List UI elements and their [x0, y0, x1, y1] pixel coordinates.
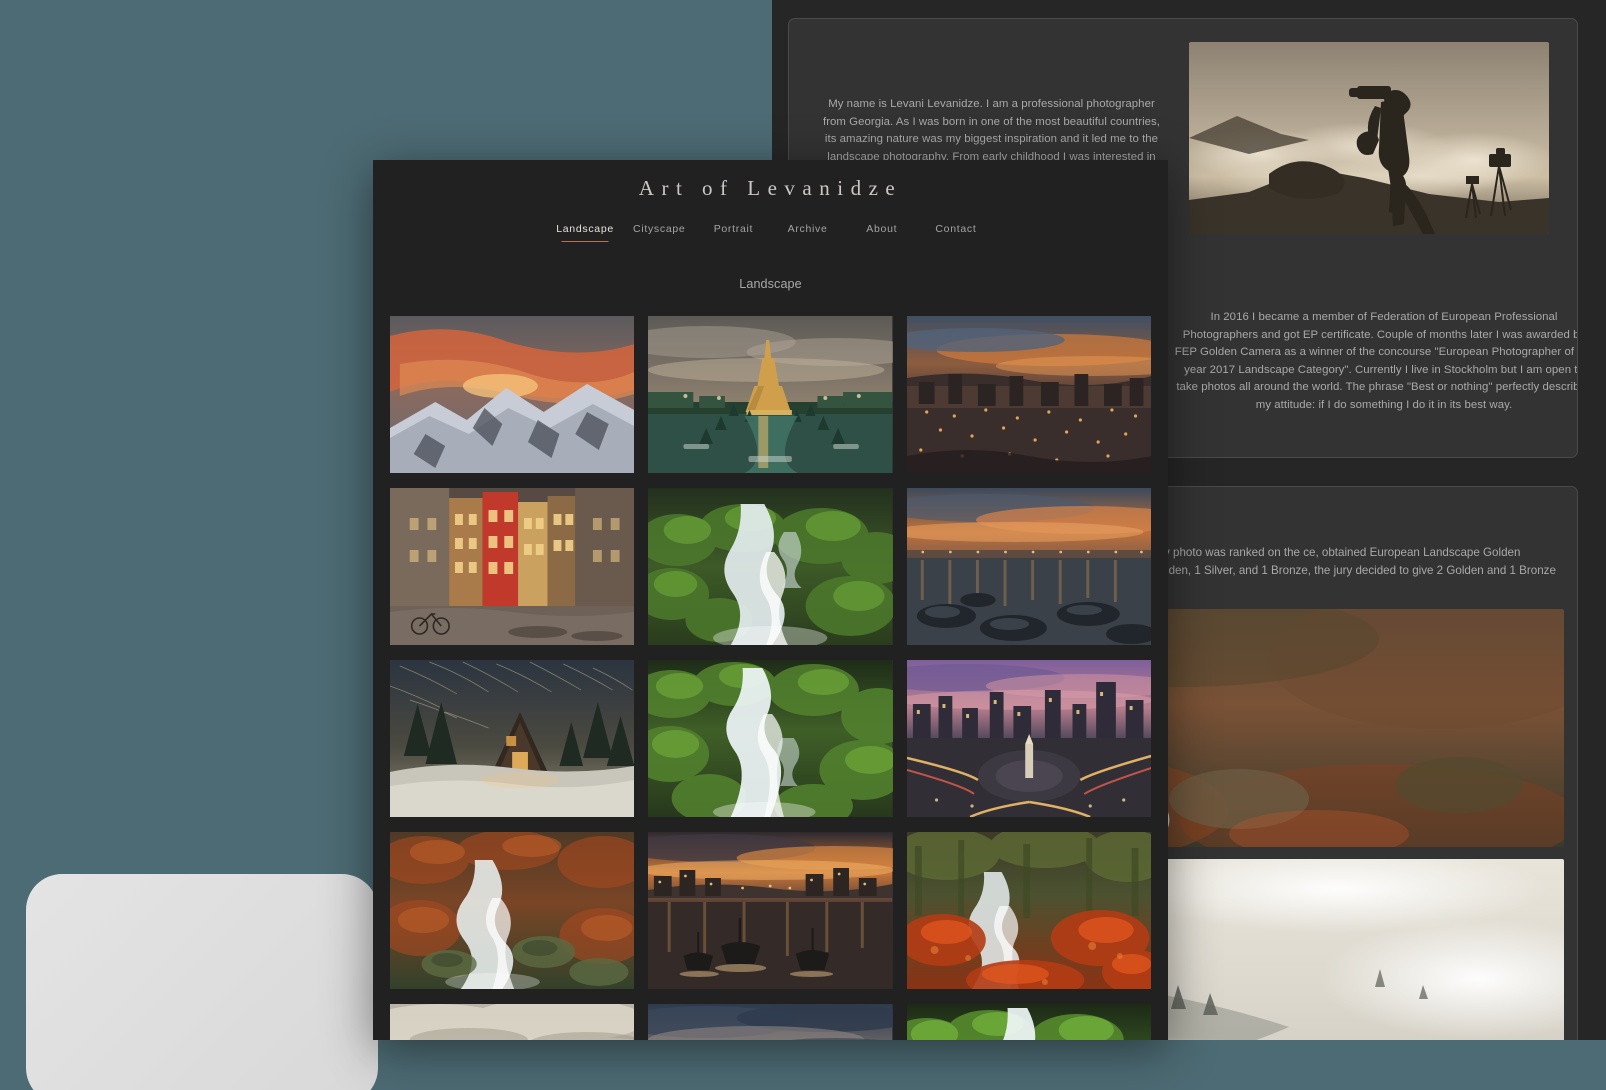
gallery-tile[interactable]: [648, 488, 893, 645]
nav-item-portrait[interactable]: Portrait: [696, 223, 770, 242]
gallery-tile[interactable]: [906, 832, 1151, 989]
main-navigation: Landscape Cityscape Portrait Archive Abo…: [373, 223, 1168, 242]
nav-item-landscape[interactable]: Landscape: [548, 223, 622, 242]
bio-paragraph-2: In 2016 I became a member of Federation …: [1174, 311, 1578, 411]
photographer-hero-image: [1189, 42, 1549, 234]
gallery-tile[interactable]: [648, 832, 893, 989]
gallery-tile[interactable]: [390, 488, 635, 645]
gallery-tile[interactable]: [390, 316, 635, 473]
nav-item-cityscape[interactable]: Cityscape: [622, 223, 696, 242]
gallery-tile[interactable]: [906, 488, 1151, 645]
gallery-tile[interactable]: [648, 660, 893, 817]
photo-gallery-grid: [390, 316, 1151, 1040]
gallery-tile[interactable]: [906, 316, 1151, 473]
background-light-window[interactable]: [26, 874, 378, 1090]
nav-item-contact[interactable]: Contact: [919, 223, 993, 242]
gallery-tile[interactable]: [648, 1004, 893, 1040]
gallery-tile[interactable]: [390, 660, 635, 817]
page-title: Landscape: [739, 277, 802, 291]
gallery-tile[interactable]: [648, 316, 893, 473]
gallery-tile[interactable]: [390, 1004, 635, 1040]
gallery-window[interactable]: Art of Levanidze Landscape Cityscape Por…: [373, 160, 1168, 1040]
gallery-tile[interactable]: [390, 832, 635, 989]
nav-item-about[interactable]: About: [845, 223, 919, 242]
gallery-tile[interactable]: [906, 660, 1151, 817]
gallery-tile[interactable]: [906, 1004, 1151, 1040]
nav-item-archive[interactable]: Archive: [771, 223, 845, 242]
site-title: Art of Levanidze: [638, 176, 903, 200]
